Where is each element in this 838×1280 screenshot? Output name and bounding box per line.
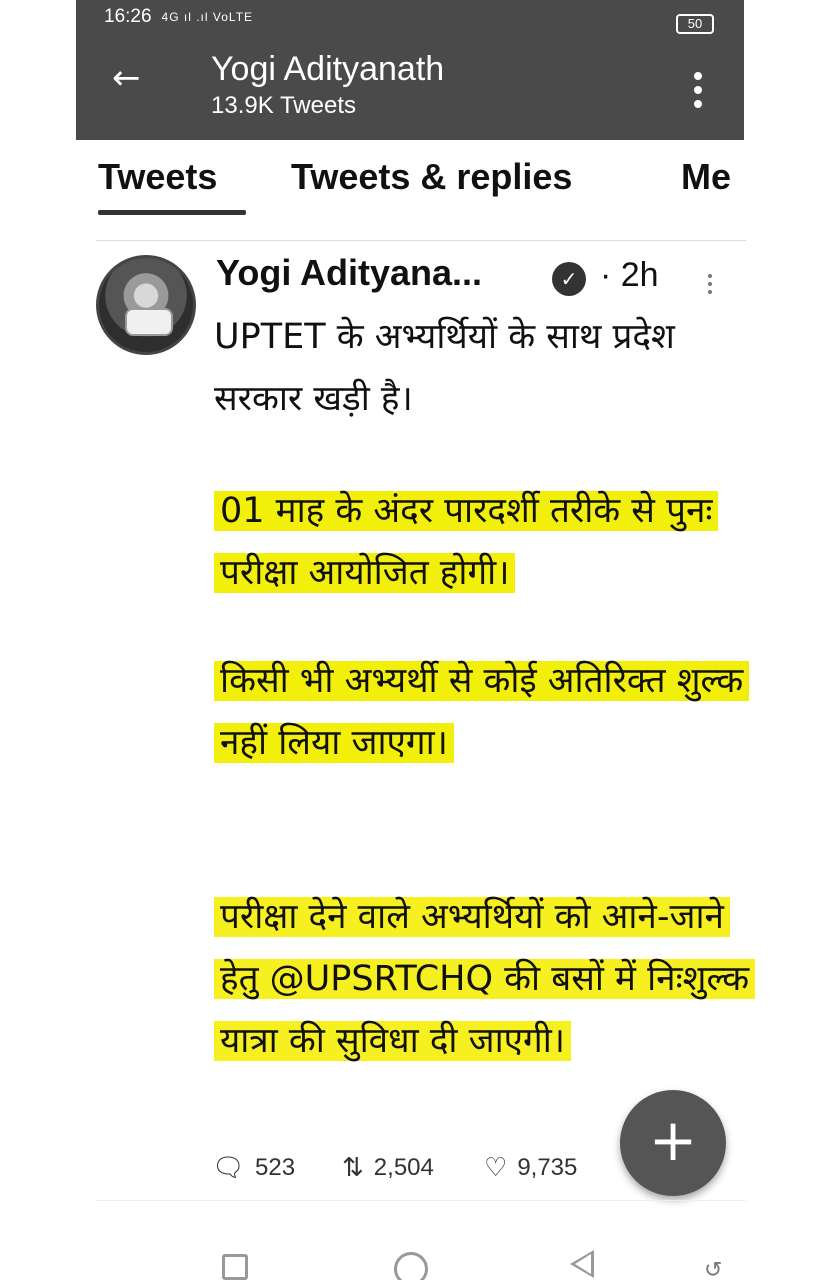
profile-title: Yogi Adityanath bbox=[211, 50, 445, 88]
signal-indicator: 4G ıl .ıl VoLTE bbox=[161, 10, 254, 24]
battery-icon: 50 bbox=[676, 14, 714, 34]
tweet-paragraph-1: UPTET के अभ्यर्थियों के साथ प्रदेश सरकार… bbox=[214, 317, 675, 419]
tweet-count: 13.9K Tweets bbox=[211, 92, 356, 119]
avatar-mask bbox=[125, 308, 173, 336]
highlighted-text: 01 माह के अंदर पारदर्शी तरीके से पुनः पर… bbox=[214, 491, 719, 593]
tab-tweets-replies[interactable]: Tweets & replies bbox=[291, 156, 572, 198]
avatar[interactable] bbox=[96, 255, 196, 355]
tweet-timestamp: · 2h bbox=[600, 256, 659, 294]
like-button[interactable]: ♡ 9,735 bbox=[484, 1152, 577, 1183]
recents-icon[interactable] bbox=[222, 1254, 248, 1280]
heart-icon: ♡ bbox=[484, 1152, 508, 1182]
reply-count: 523 bbox=[255, 1153, 296, 1181]
tab-tweets[interactable]: Tweets bbox=[98, 156, 217, 198]
divider bbox=[96, 240, 746, 241]
tweet-paragraph-3: किसी भी अभ्यर्थी से कोई अतिरिक्त शुल्क न… bbox=[214, 650, 754, 774]
reply-button[interactable]: 🗨 523 bbox=[212, 1152, 295, 1183]
back-arrow-icon[interactable]: ← bbox=[112, 58, 152, 98]
tweet-actions: 🗨 523 ⇅ 2,504 ♡ 9,735 bbox=[212, 1150, 632, 1190]
tweet-options-icon[interactable] bbox=[706, 274, 714, 300]
divider bbox=[96, 1200, 746, 1201]
system-nav-bar: ↺ bbox=[0, 1240, 838, 1280]
active-tab-indicator bbox=[98, 210, 246, 215]
home-icon[interactable] bbox=[394, 1252, 428, 1280]
tab-media[interactable]: Me bbox=[681, 156, 731, 198]
status-bar: 16:26 4G ıl .ıl VoLTE bbox=[104, 6, 253, 28]
reply-icon: 🗨 bbox=[212, 1152, 246, 1182]
tweet-paragraph-2: 01 माह के अंदर पारदर्शी तरीके से पुनः पर… bbox=[214, 480, 754, 604]
compose-tweet-button[interactable]: + bbox=[620, 1090, 726, 1196]
app-header: 16:26 4G ıl .ıl VoLTE 50 ← Yogi Adityana… bbox=[76, 0, 744, 140]
status-time: 16:26 bbox=[104, 6, 152, 27]
like-count: 9,735 bbox=[517, 1153, 578, 1181]
rotate-icon[interactable]: ↺ bbox=[704, 1258, 722, 1280]
retweet-icon: ⇅ bbox=[342, 1152, 364, 1182]
back-icon[interactable] bbox=[570, 1250, 594, 1278]
profile-tabs: Tweets Tweets & replies Me bbox=[96, 150, 756, 220]
more-options-icon[interactable] bbox=[692, 72, 704, 112]
highlighted-text: किसी भी अभ्यर्थी से कोई अतिरिक्त शुल्क न… bbox=[214, 661, 750, 763]
tweet-paragraph-4: परीक्षा देने वाले अभ्यर्थियों को आने-जान… bbox=[214, 886, 756, 1072]
verified-badge-icon: ✓ bbox=[552, 262, 586, 296]
highlighted-text: परीक्षा देने वाले अभ्यर्थियों को आने-जान… bbox=[214, 897, 756, 1061]
retweet-count: 2,504 bbox=[373, 1153, 434, 1181]
retweet-button[interactable]: ⇅ 2,504 bbox=[342, 1152, 434, 1183]
tweet-author[interactable]: Yogi Adityana... bbox=[216, 252, 482, 294]
